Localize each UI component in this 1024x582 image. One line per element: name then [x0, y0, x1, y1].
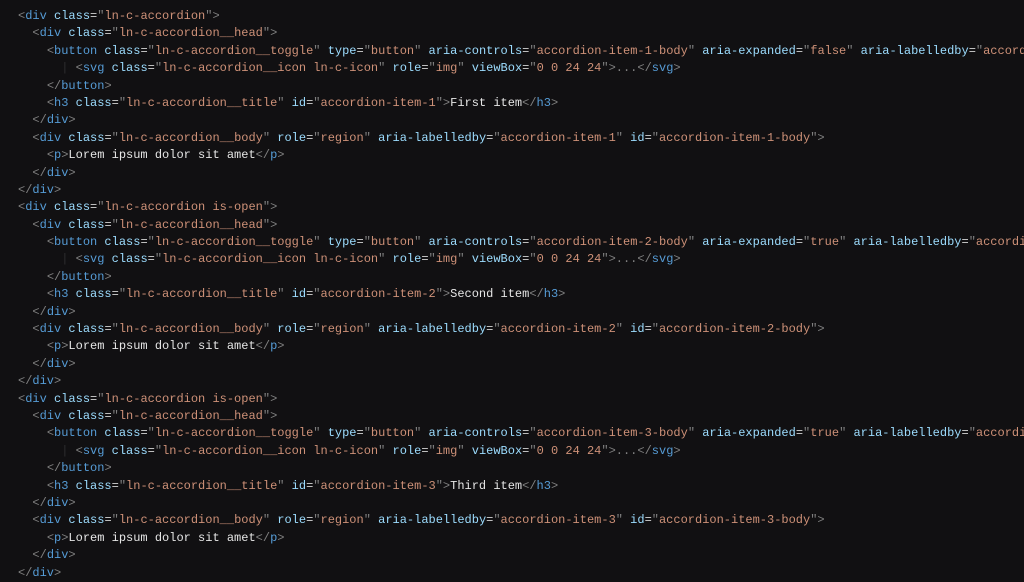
toggle-button-open: <button class="ln-c-accordion__toggle" t…	[0, 234, 1024, 251]
accordion-open: <div class="ln-c-accordion is-open">	[0, 199, 1024, 216]
accordion-close: </div>	[0, 373, 1024, 390]
accordion-body-close: </div>	[0, 356, 1024, 373]
svg-line: | <svg class="ln-c-accordion__icon ln-c-…	[0, 443, 1024, 460]
accordion-open: <div class="ln-c-accordion">	[0, 8, 1024, 25]
accordion-head-open: <div class="ln-c-accordion__head">	[0, 217, 1024, 234]
toggle-button-open: <button class="ln-c-accordion__toggle" t…	[0, 425, 1024, 442]
toggle-button-close: </button>	[0, 269, 1024, 286]
toggle-button-close: </button>	[0, 78, 1024, 95]
accordion-close: </div>	[0, 565, 1024, 582]
body-paragraph: <p>Lorem ipsum dolor sit amet</p>	[0, 530, 1024, 547]
body-paragraph: <p>Lorem ipsum dolor sit amet</p>	[0, 338, 1024, 355]
accordion-head-open: <div class="ln-c-accordion__head">	[0, 408, 1024, 425]
title-line: <h3 class="ln-c-accordion__title" id="ac…	[0, 478, 1024, 495]
accordion-close: </div>	[0, 182, 1024, 199]
accordion-body-open: <div class="ln-c-accordion__body" role="…	[0, 321, 1024, 338]
accordion-body-open: <div class="ln-c-accordion__body" role="…	[0, 130, 1024, 147]
toggle-button-open: <button class="ln-c-accordion__toggle" t…	[0, 43, 1024, 60]
title-line: <h3 class="ln-c-accordion__title" id="ac…	[0, 95, 1024, 112]
accordion-open: <div class="ln-c-accordion is-open">	[0, 391, 1024, 408]
svg-line: | <svg class="ln-c-accordion__icon ln-c-…	[0, 60, 1024, 77]
accordion-body-close: </div>	[0, 165, 1024, 182]
body-paragraph: <p>Lorem ipsum dolor sit amet</p>	[0, 147, 1024, 164]
accordion-head-close: </div>	[0, 112, 1024, 129]
title-line: <h3 class="ln-c-accordion__title" id="ac…	[0, 286, 1024, 303]
code-block: <div class="ln-c-accordion"> <div class=…	[0, 8, 1024, 582]
toggle-button-close: </button>	[0, 460, 1024, 477]
svg-line: | <svg class="ln-c-accordion__icon ln-c-…	[0, 251, 1024, 268]
accordion-body-open: <div class="ln-c-accordion__body" role="…	[0, 512, 1024, 529]
accordion-body-close: </div>	[0, 547, 1024, 564]
accordion-head-close: </div>	[0, 304, 1024, 321]
accordion-head-close: </div>	[0, 495, 1024, 512]
accordion-head-open: <div class="ln-c-accordion__head">	[0, 25, 1024, 42]
